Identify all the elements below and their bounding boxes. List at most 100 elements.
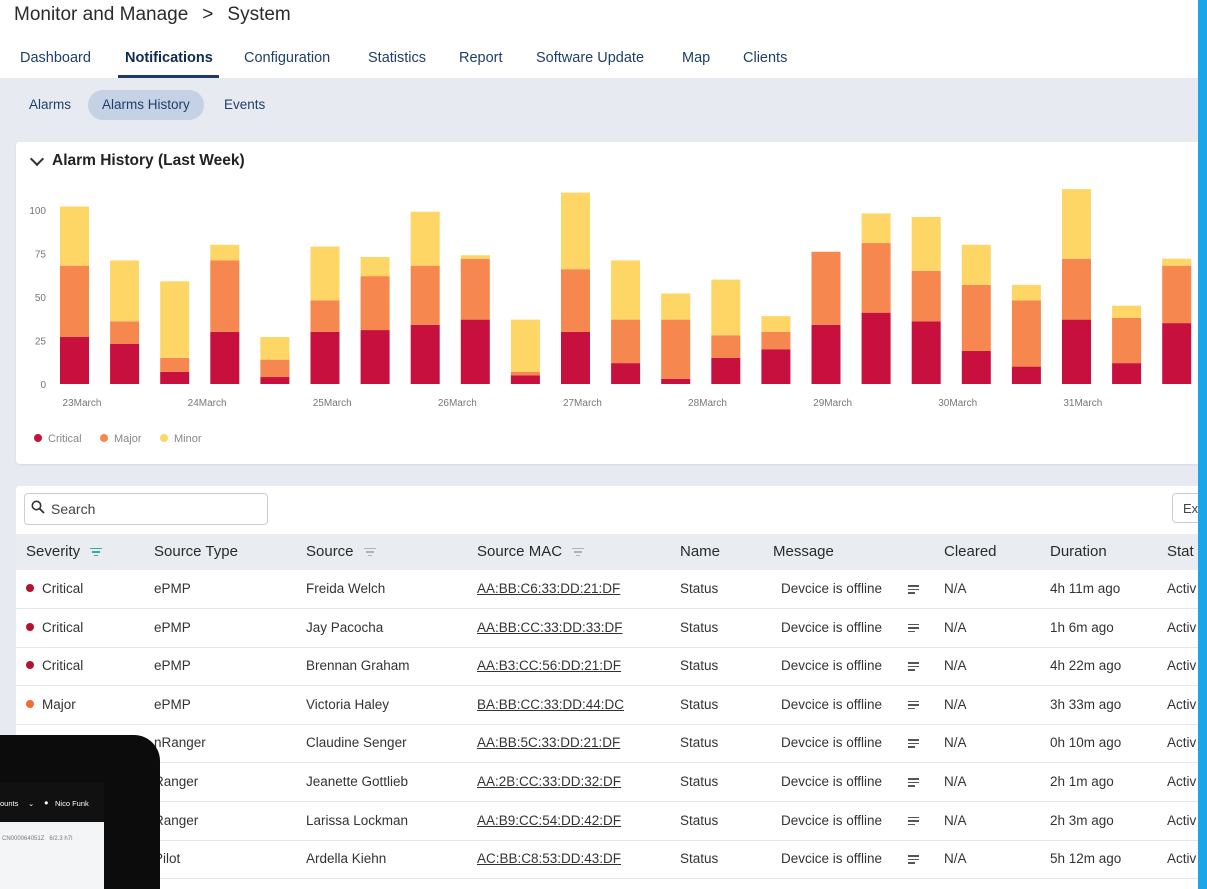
source-mac-link[interactable]: AA:BB:C6:33:DD:21:DF bbox=[477, 581, 620, 596]
duration-cell-text: 4h 11m ago bbox=[1050, 581, 1121, 596]
table-row[interactable]: Pilot Ardella Kiehn AC:BB:C8:53:DD:43:DF St… bbox=[16, 840, 1198, 880]
search-input[interactable] bbox=[49, 498, 263, 520]
table-row[interactable]: Critical ePMP Freida Welch AA:BB:C6:33:DD:2… bbox=[16, 570, 1198, 609]
column-header-cleared[interactable]: Cleared bbox=[944, 543, 997, 560]
severity-cell: Critical bbox=[26, 658, 83, 673]
message-cell-text: Devcice is offline bbox=[781, 619, 883, 635]
column-header-severity[interactable]: Severity bbox=[26, 543, 103, 560]
tab-configuration[interactable]: Configuration bbox=[244, 50, 330, 66]
filter-icon[interactable] bbox=[572, 547, 585, 557]
bar-segment-minor bbox=[611, 260, 641, 320]
source-mac-link[interactable]: AA:B9:CC:54:DD:42:DF bbox=[477, 813, 621, 828]
message-details-icon[interactable] bbox=[908, 623, 919, 633]
export-button[interactable]: Ex bbox=[1172, 493, 1198, 523]
column-header-duration[interactable]: Duration bbox=[1050, 543, 1107, 560]
source-cell: Victoria Haley bbox=[306, 697, 389, 712]
bar-segment-minor bbox=[460, 255, 490, 259]
cleared-cell: N/A bbox=[944, 774, 967, 789]
search-field[interactable] bbox=[24, 493, 268, 525]
source-cell: Jeanette Gottlieb bbox=[306, 774, 408, 789]
message-details-icon[interactable] bbox=[908, 585, 919, 594]
filter-icon[interactable] bbox=[363, 547, 376, 557]
status-cell-text: Activ bbox=[1167, 619, 1197, 635]
column-header-message[interactable]: Message bbox=[773, 543, 834, 560]
column-header-source-type[interactable]: Source Type bbox=[154, 543, 238, 560]
tab-clients[interactable]: Clients bbox=[743, 50, 787, 66]
duration-cell: 3h 33m ago bbox=[1050, 697, 1121, 712]
bar-segment-minor bbox=[360, 256, 390, 277]
bar-segment-minor bbox=[1112, 305, 1142, 318]
tab-notifications[interactable]: Notifications bbox=[125, 50, 213, 66]
filter-icon[interactable] bbox=[90, 547, 103, 557]
column-header-source-mac[interactable]: Source MAC bbox=[477, 543, 585, 560]
source-mac-link[interactable]: AA:BB:5C:33:DD:21:DF bbox=[477, 735, 620, 750]
message-details-icon[interactable] bbox=[908, 778, 919, 787]
bar-segment-critical bbox=[811, 324, 841, 384]
column-header-name[interactable]: Name bbox=[680, 543, 720, 560]
table-row[interactable]: Ranger Larissa Lockman AA:B9:CC:54:DD:42:D… bbox=[16, 802, 1198, 841]
legend-marker-major bbox=[100, 434, 108, 442]
table-row[interactable]: Critical ePMP Jay Pacocha AA:BB:CC:33:DD:33… bbox=[16, 609, 1198, 648]
y-tick-label: 25 bbox=[35, 337, 47, 348]
table-row[interactable]: Critical ePMP Brennan Graham AA:B3:CC:56:DD… bbox=[16, 647, 1198, 687]
x-tick-label: 29March bbox=[813, 398, 852, 409]
cleared-cell: N/A bbox=[944, 620, 967, 635]
source-mac-link[interactable]: AC:BB:C8:53:DD:43:DF bbox=[477, 851, 621, 866]
source-mac-link[interactable]: AA:BB:CC:33:DD:33:DF bbox=[477, 620, 623, 635]
bar-segment-minor bbox=[1162, 258, 1192, 266]
bar-segment-major bbox=[60, 265, 89, 338]
message-cell-text: Devcice is offline bbox=[781, 812, 883, 828]
subtab-events[interactable]: Events bbox=[210, 90, 279, 120]
subtab-alarms-history[interactable]: Alarms History bbox=[88, 90, 204, 120]
x-tick-label: 27March bbox=[563, 398, 602, 409]
tab-map[interactable]: Map bbox=[682, 50, 710, 66]
source-mac-link[interactable]: BA:BB:CC:33:DD:44:DC bbox=[477, 697, 624, 712]
column-header-status[interactable]: Stat bbox=[1167, 543, 1194, 560]
tab-report[interactable]: Report bbox=[459, 50, 503, 66]
bar-segment-critical bbox=[160, 371, 190, 384]
message-details-icon[interactable] bbox=[908, 662, 919, 671]
status-cell-text: Activ bbox=[1167, 581, 1197, 596]
bar-segment-critical bbox=[861, 312, 891, 384]
legend-marker-minor bbox=[160, 434, 168, 442]
subtab-alarms[interactable]: Alarms bbox=[15, 90, 85, 120]
column-header-source[interactable]: Source bbox=[306, 543, 376, 560]
breadcrumb: Monitor and Manage > System bbox=[14, 4, 291, 26]
source-mac-link-text: AA:2B:CC:33:DD:32:DF bbox=[477, 774, 622, 789]
tab-statistics[interactable]: Statistics bbox=[368, 50, 426, 66]
legend-marker-critical bbox=[34, 434, 42, 442]
y-tick-label: 0 bbox=[40, 380, 46, 391]
duration-cell: 4h 11m ago bbox=[1050, 581, 1120, 596]
source-mac-link[interactable]: AA:B3:CC:56:DD:21:DF bbox=[477, 658, 621, 673]
alarm-history-chart: 0 25 50 75 100 23March 24March 25March 26March 27… bbox=[29, 189, 1192, 445]
cleared-cell-text: N/A bbox=[944, 619, 967, 635]
table-row[interactable]: Major ePMP Victoria Haley BA:BB:CC:33:DD:44… bbox=[16, 686, 1198, 725]
bar-segment-critical bbox=[561, 331, 590, 384]
message-details-icon[interactable] bbox=[908, 700, 919, 710]
status-cell-text: Activ bbox=[1167, 735, 1197, 751]
name-cell-text: Status bbox=[680, 851, 719, 867]
column-header-label: Severity bbox=[26, 543, 81, 560]
tab-software-update[interactable]: Software Update bbox=[536, 50, 644, 66]
bar-segment-minor bbox=[1062, 189, 1091, 259]
cleared-cell-text: N/A bbox=[944, 658, 967, 674]
table-row[interactable]: Ranger Jeanette Gottlieb AA:2B:CC:33:DD:32… bbox=[16, 763, 1198, 802]
bar-segment-major bbox=[761, 331, 791, 350]
name-cell: Status bbox=[680, 774, 718, 789]
bar-segment-critical bbox=[661, 378, 691, 384]
bar-segment-major bbox=[961, 284, 991, 351]
table-row[interactable]: nRanger Claudine Senger AA:BB:5C:33:DD:21:… bbox=[16, 724, 1198, 764]
source-mac-link[interactable]: AA:2B:CC:33:DD:32:DF bbox=[477, 774, 621, 789]
mobile-device-photo: ounts ⌄ ● Nico Funk CN000064051Z 6/2.3 h… bbox=[0, 735, 160, 889]
message-details-icon[interactable] bbox=[908, 739, 919, 748]
status-cell: Activ bbox=[1167, 620, 1196, 635]
message-details-icon[interactable] bbox=[908, 855, 919, 864]
status-cell: Activ bbox=[1167, 581, 1196, 596]
tab-dashboard[interactable]: Dashboard bbox=[20, 50, 91, 66]
bar-segment-minor bbox=[761, 316, 791, 332]
source-mac-link-text: AA:BB:C6:33:DD:21:DF bbox=[477, 581, 621, 596]
breadcrumb-parent[interactable]: Monitor and Manage bbox=[14, 4, 188, 25]
bar-segment-critical bbox=[360, 330, 390, 384]
source-type-cell: Ranger bbox=[154, 774, 198, 789]
message-details-icon[interactable] bbox=[908, 816, 919, 826]
